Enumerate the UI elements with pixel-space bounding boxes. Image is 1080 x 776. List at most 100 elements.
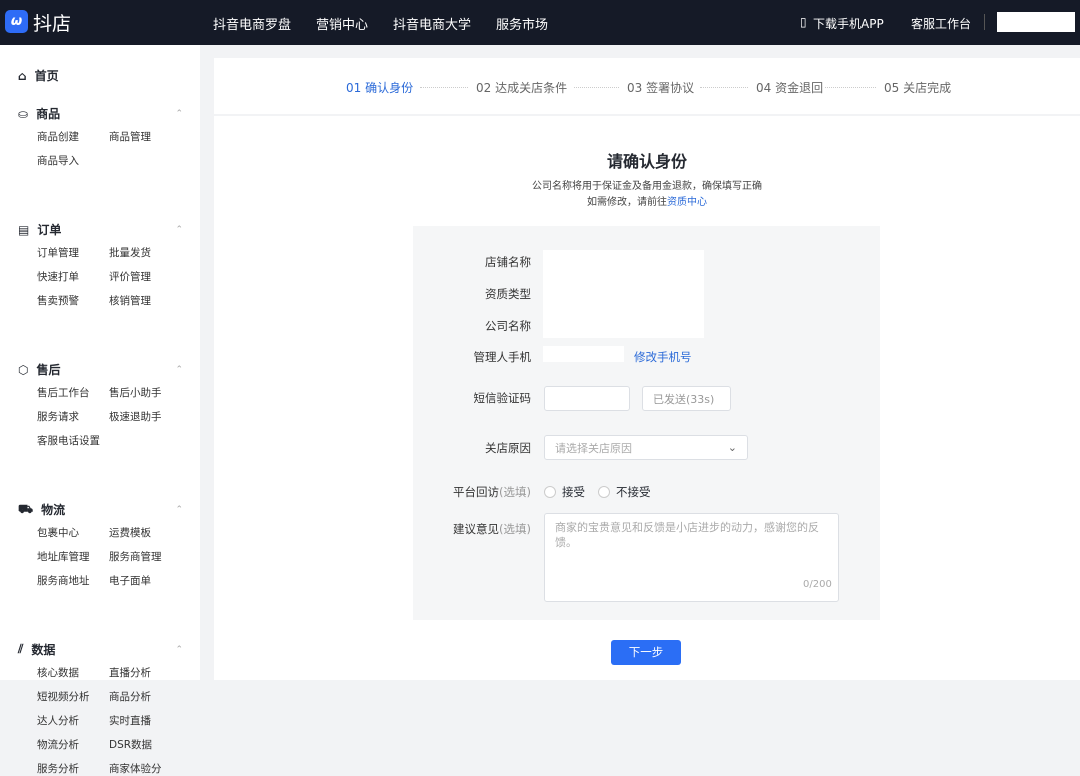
sidebar-item[interactable]: 商品创建	[37, 129, 79, 144]
sidebar-item[interactable]: 运费模板	[109, 525, 151, 540]
label-visit: 平台回访(选填)	[453, 484, 531, 500]
label-company: 公司名称	[485, 318, 531, 334]
sidebar-item[interactable]: 商品导入	[37, 153, 79, 168]
close-reason-select[interactable]: 请选择关店原因 ⌄	[544, 435, 748, 460]
divider	[984, 14, 985, 30]
page-title: 请确认身份	[214, 148, 1080, 172]
label-qual-type: 资质类型	[485, 286, 531, 302]
label-sms: 短信验证码	[474, 390, 532, 406]
chevron-up-icon: ⌃	[175, 505, 183, 515]
sidebar-group-4[interactable]: ⫽数据⌃	[18, 641, 183, 658]
radio-reject[interactable]: 不接受	[598, 484, 651, 500]
sidebar-item[interactable]: 短视频分析	[37, 689, 90, 704]
qualification-center-link[interactable]: 资质中心	[667, 197, 707, 208]
optional-tag: (选填)	[499, 485, 531, 499]
suggest-label-text: 建议意见	[453, 522, 499, 536]
sidebar-item[interactable]: 商品分析	[109, 689, 151, 704]
group-title: 售后	[36, 361, 60, 378]
reason-placeholder: 请选择关店原因	[555, 440, 632, 456]
service-desk-link[interactable]: 客服工作台	[911, 15, 971, 32]
sidebar-item[interactable]: 商品管理	[109, 129, 151, 144]
chart-icon: ⫽	[18, 642, 23, 657]
identity-info-box	[543, 250, 704, 338]
step-1: 01 确认身份	[346, 79, 413, 96]
brand-name[interactable]: 抖店	[33, 9, 71, 36]
sidebar-item[interactable]: DSR数据	[109, 737, 152, 752]
sidebar-item[interactable]: 包裹中心	[37, 525, 79, 540]
sidebar-group-0[interactable]: ⛀商品⌃	[18, 105, 183, 122]
phone-icon: ▯	[800, 15, 807, 29]
label-suggest: 建议意见(选填)	[453, 521, 531, 537]
doudian-logo-icon[interactable]: ω	[5, 10, 28, 33]
resend-sms-button[interactable]: 已发送(33s)	[642, 386, 731, 411]
nav-service-market[interactable]: 服务市场	[496, 14, 548, 33]
suggestion-textarea[interactable]: 商家的宝贵意见和反馈是小店进步的动力，感谢您的反馈。	[544, 513, 839, 602]
sidebar-item[interactable]: 快速打单	[37, 269, 79, 284]
top-nav: 抖音电商罗盘 营销中心 抖音电商大学 服务市场	[213, 14, 548, 33]
group-title: 订单	[37, 221, 61, 238]
sidebar-item[interactable]: 售后小助手	[109, 385, 162, 400]
download-app-link[interactable]: 下载手机APP	[813, 15, 884, 32]
sidebar-group-1[interactable]: ▤订单⌃	[18, 221, 183, 238]
nav-marketing[interactable]: 营销中心	[316, 14, 368, 33]
sidebar-item[interactable]: 服务请求	[37, 409, 79, 424]
sidebar-item[interactable]: 电子面单	[109, 573, 151, 588]
sidebar-item[interactable]: 服务商地址	[37, 573, 90, 588]
sidebar-item[interactable]: 实时直播	[109, 713, 151, 728]
sidebar-item-home[interactable]: ⌂ 首页	[18, 67, 183, 84]
step-5: 05 关店完成	[884, 79, 951, 96]
sidebar-group-2[interactable]: ⬡售后⌃	[18, 361, 183, 378]
sidebar-item[interactable]: 商家体验分	[109, 761, 162, 776]
radio-accept[interactable]: 接受	[544, 484, 585, 500]
sidebar-item[interactable]: 直播分析	[109, 665, 151, 680]
top-header: ω 抖店 抖音电商罗盘 营销中心 抖音电商大学 服务市场 ▯ 下载手机APP 客…	[0, 0, 1080, 45]
group-title: 数据	[31, 641, 55, 658]
main-content: 请确认身份 公司名称将用于保证金及备用金退款，确保填写正确 如需修改，请前往资质…	[214, 116, 1080, 680]
sidebar-home-label: 首页	[35, 67, 59, 84]
sidebar-item[interactable]: 达人分析	[37, 713, 79, 728]
radio-circle-icon	[598, 486, 610, 498]
sidebar-item[interactable]: 客服电话设置	[37, 433, 100, 448]
label-phone: 管理人手机	[474, 349, 532, 365]
sidebar-item[interactable]: 批量发货	[109, 245, 151, 260]
step-connector	[700, 87, 748, 88]
sidebar-item[interactable]: 服务商管理	[109, 549, 162, 564]
label-shop-name: 店铺名称	[485, 254, 531, 270]
step-4: 04 资金退回	[756, 79, 823, 96]
subtitle-1: 公司名称将用于保证金及备用金退款，确保填写正确	[214, 177, 1080, 192]
reject-label: 不接受	[616, 484, 651, 500]
chevron-down-icon: ⌄	[728, 441, 737, 454]
group-title: 物流	[41, 501, 65, 518]
suggest-placeholder: 商家的宝贵意见和反馈是小店进步的动力，感谢您的反馈。	[555, 520, 828, 550]
change-phone-link[interactable]: 修改手机号	[634, 349, 692, 365]
sidebar-item[interactable]: 售后工作台	[37, 385, 90, 400]
sidebar-item[interactable]: 物流分析	[37, 737, 79, 752]
sidebar-item[interactable]: 服务分析	[37, 761, 79, 776]
sidebar-item[interactable]: 核心数据	[37, 665, 79, 680]
sidebar-group-3[interactable]: ⛟ 物流 ⌃	[18, 501, 183, 518]
sidebar: ⌂首页 ⛀商品⌃商品创建商品管理商品导入▤订单⌃订单管理批量发货快速打单评价管理…	[0, 45, 200, 680]
phone-value	[543, 346, 624, 362]
visit-label-text: 平台回访	[453, 485, 499, 499]
nav-university[interactable]: 抖音电商大学	[393, 14, 471, 33]
account-box[interactable]	[997, 12, 1075, 32]
radio-circle-icon	[544, 486, 556, 498]
truck-icon: ⛟	[18, 502, 33, 518]
sidebar-item[interactable]: 地址库管理	[37, 549, 90, 564]
chevron-up-icon: ⌃	[175, 365, 183, 375]
sms-code-input[interactable]	[544, 386, 630, 411]
home-icon: ⌂	[18, 69, 27, 83]
sidebar-item[interactable]: 订单管理	[37, 245, 79, 260]
nav-compass[interactable]: 抖音电商罗盘	[213, 14, 291, 33]
sidebar-item[interactable]: 评价管理	[109, 269, 151, 284]
sidebar-item[interactable]: 极速退助手	[109, 409, 162, 424]
sidebar-item[interactable]: 核销管理	[109, 293, 151, 308]
form-panel: 店铺名称 资质类型 公司名称 管理人手机 修改手机号 短信验证码 已发送(33s…	[413, 226, 880, 620]
next-button[interactable]: 下一步	[611, 640, 681, 665]
chevron-up-icon: ⌃	[175, 109, 183, 119]
sidebar-item[interactable]: 售卖预警	[37, 293, 79, 308]
step-connector	[420, 87, 468, 88]
accept-label: 接受	[562, 484, 585, 500]
label-reason: 关店原因	[485, 440, 531, 456]
group-title: 商品	[36, 105, 60, 122]
